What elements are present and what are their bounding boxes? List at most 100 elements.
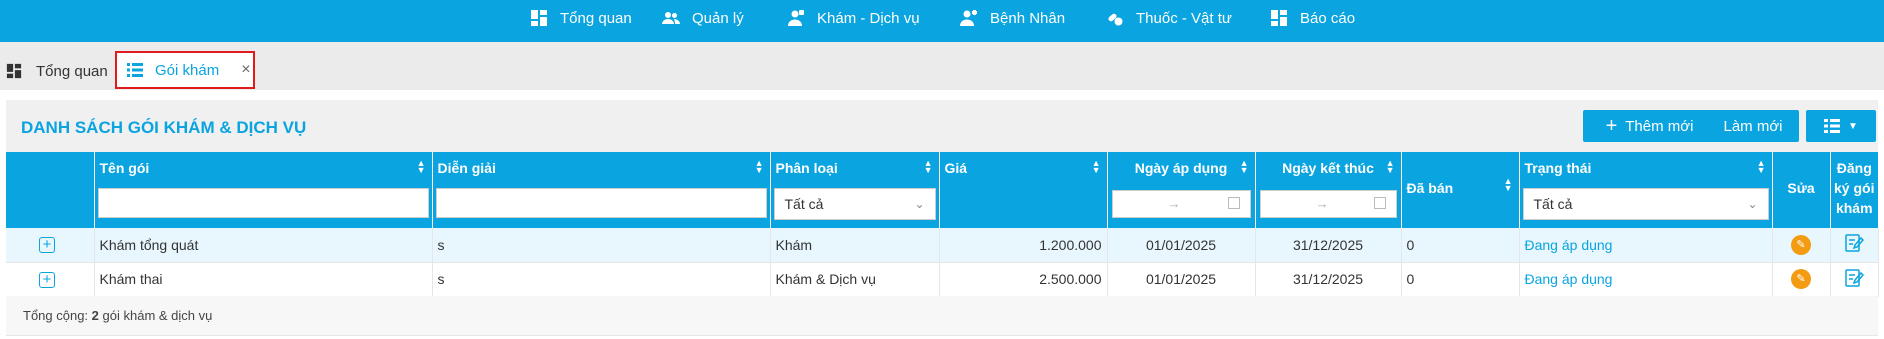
category-cell: Khám [770,228,940,263]
tab-strip: Tổng quan Gói khám × [0,42,1884,90]
col-sold[interactable]: Đã bán ▲ ▼ [1401,152,1520,228]
expand-cell: + [6,262,95,297]
col-edit-label: Sửa [1787,180,1815,196]
total-prefix: Tổng cộng: [23,308,89,323]
tab-packages[interactable]: Gói khám × [115,51,255,89]
packages-table: Tên gói ▲ ▼ Diễn giải ▲ ▼ Phân loại ▲ ▼ Tất… [6,152,1879,297]
total-summary: Tổng cộng: 2 gói khám & dịch vụ [23,308,212,323]
status-link[interactable]: Đang áp dụng [1519,228,1773,263]
name-filter-input[interactable] [97,188,429,218]
table-header-row: Tên gói ▲ ▼ Diễn giải ▲ ▼ Phân loại ▲ ▼ Tất… [6,152,1878,228]
expand-row-icon[interactable]: + [39,237,55,254]
desc-cell: s [432,262,771,297]
end-date-range-picker[interactable]: → [1259,190,1397,218]
package-list-panel: DANH SÁCH GÓI KHÁM & DỊCH VỤ + Thêm mới … [6,100,1879,336]
nav-item-medicine[interactable]: Thuốc - Vật tư [1106,8,1232,28]
nav-item-patients[interactable]: Bệnh Nhân [960,8,1065,28]
caret-down-icon: ▼ [1848,120,1858,132]
name-cell: Khám thai [94,262,433,297]
close-icon[interactable]: × [241,61,250,79]
expand-cell: + [6,228,95,263]
sort-icon[interactable]: ▲ ▼ [755,159,764,175]
sold-cell: 0 [1401,228,1520,263]
nav-item-label: Tổng quan [560,9,632,27]
col-name[interactable]: Tên gói ▲ ▼ [94,152,433,228]
top-navbar: Tổng quan Quản lý Khám - Dịch vụ Bệnh Nh… [0,0,1884,42]
sold-cell: 0 [1401,262,1520,297]
start-date-cell: 01/01/2025 [1107,228,1256,263]
sort-icon[interactable]: ▲ ▼ [924,159,933,175]
table-row[interactable]: + Khám thai s Khám & Dịch vụ 2.500.000 0… [6,262,1879,297]
dashboard-icon [531,10,547,26]
table-row[interactable]: + Khám tổng quát s Khám 1.200.000 01/01/… [6,228,1879,263]
add-new-label: Thêm mới [1625,117,1694,135]
nav-item-reports[interactable]: Báo cáo [1270,8,1355,28]
columns-icon [1824,119,1841,133]
edit-pencil-icon[interactable]: ✎ [1791,269,1811,289]
col-desc[interactable]: Diễn giải ▲ ▼ [432,152,771,228]
plus-icon: + [1605,115,1618,137]
page-title: DANH SÁCH GÓI KHÁM & DỊCH VỤ [21,118,307,137]
start-date-range-picker[interactable]: → [1111,190,1251,218]
col-price-label: Giá [944,160,968,176]
panel-header: DANH SÁCH GÓI KHÁM & DỊCH VỤ + Thêm mới … [6,100,1878,152]
expand-row-icon[interactable]: + [39,271,55,288]
col-status[interactable]: Trạng thái ▲ ▼ Tất cả ⌄ [1519,152,1773,228]
nav-item-label: Khám - Dịch vụ [817,9,920,27]
edit-cell: ✎ [1772,228,1831,263]
edit-cell: ✎ [1772,262,1831,297]
col-register-label-1: Đăng [1836,160,1872,176]
report-icon [1271,10,1287,26]
sort-icon[interactable]: ▲ ▼ [1386,159,1395,175]
edit-pencil-icon[interactable]: ✎ [1791,234,1811,255]
register-form-icon[interactable] [1844,268,1864,288]
sort-icon[interactable]: ▲ ▼ [417,159,426,175]
col-end-date[interactable]: Ngày kết thúc ▲ ▼ → [1255,152,1402,228]
nav-item-label: Báo cáo [1300,9,1356,27]
range-arrow: → [1167,196,1181,211]
add-new-button[interactable]: + Thêm mới [1583,110,1716,142]
col-status-label: Trạng thái [1524,160,1592,176]
range-arrow: → [1315,196,1329,211]
col-category-label: Phân loại [775,160,838,176]
nav-item-services[interactable]: Khám - Dịch vụ [787,8,920,28]
sort-icon[interactable]: ▲ ▼ [1504,177,1513,193]
chevron-down-icon: ⌄ [914,197,925,211]
col-expand [6,152,95,228]
col-end-label: Ngày kết thúc [1282,160,1374,176]
tab-overview[interactable]: Tổng quan [6,52,108,90]
col-category[interactable]: Phân loại ▲ ▼ Tất cả ⌄ [770,152,940,228]
col-start-label: Ngày áp dụng [1134,160,1228,176]
start-date-cell: 01/01/2025 [1107,262,1256,297]
col-register-label-3: khám [1835,200,1873,216]
category-filter-select[interactable]: Tất cả ⌄ [773,188,936,220]
status-link[interactable]: Đang áp dụng [1519,262,1773,297]
col-desc-label: Diễn giải [437,160,496,176]
tab-label: Tổng quan [36,62,108,80]
price-cell: 1.200.000 [939,228,1108,263]
nav-item-overview[interactable]: Tổng quan [530,8,632,28]
category-filter-value: Tất cả [784,196,824,212]
status-filter-value: Tất cả [1533,196,1573,212]
col-price[interactable]: Giá ▲ ▼ [939,152,1108,228]
sort-icon[interactable]: ▲ ▼ [1757,159,1766,175]
tab-label: Gói khám [155,61,220,79]
col-register-label-2: ký gói [1834,180,1875,196]
sort-icon[interactable]: ▲ ▼ [1092,159,1101,175]
users-icon [662,12,680,24]
category-cell: Khám & Dịch vụ [770,262,940,297]
nav-item-management[interactable]: Quản lý [662,8,744,28]
desc-filter-input[interactable] [435,188,767,218]
end-date-cell: 31/12/2025 [1255,262,1402,297]
patient-icon [960,10,977,26]
column-chooser-button[interactable]: ▼ [1806,110,1876,142]
register-form-icon[interactable] [1844,233,1864,253]
table-footer: Tổng cộng: 2 gói khám & dịch vụ [6,296,1878,336]
total-count: 2 [91,308,99,323]
desc-cell: s [432,228,771,263]
col-start-date[interactable]: Ngày áp dụng ▲ ▼ → [1107,152,1256,228]
calendar-icon [1373,197,1386,209]
sort-icon[interactable]: ▲ ▼ [1240,159,1249,175]
refresh-button[interactable]: Làm mới [1707,110,1799,142]
status-filter-select[interactable]: Tất cả ⌄ [1522,188,1769,220]
